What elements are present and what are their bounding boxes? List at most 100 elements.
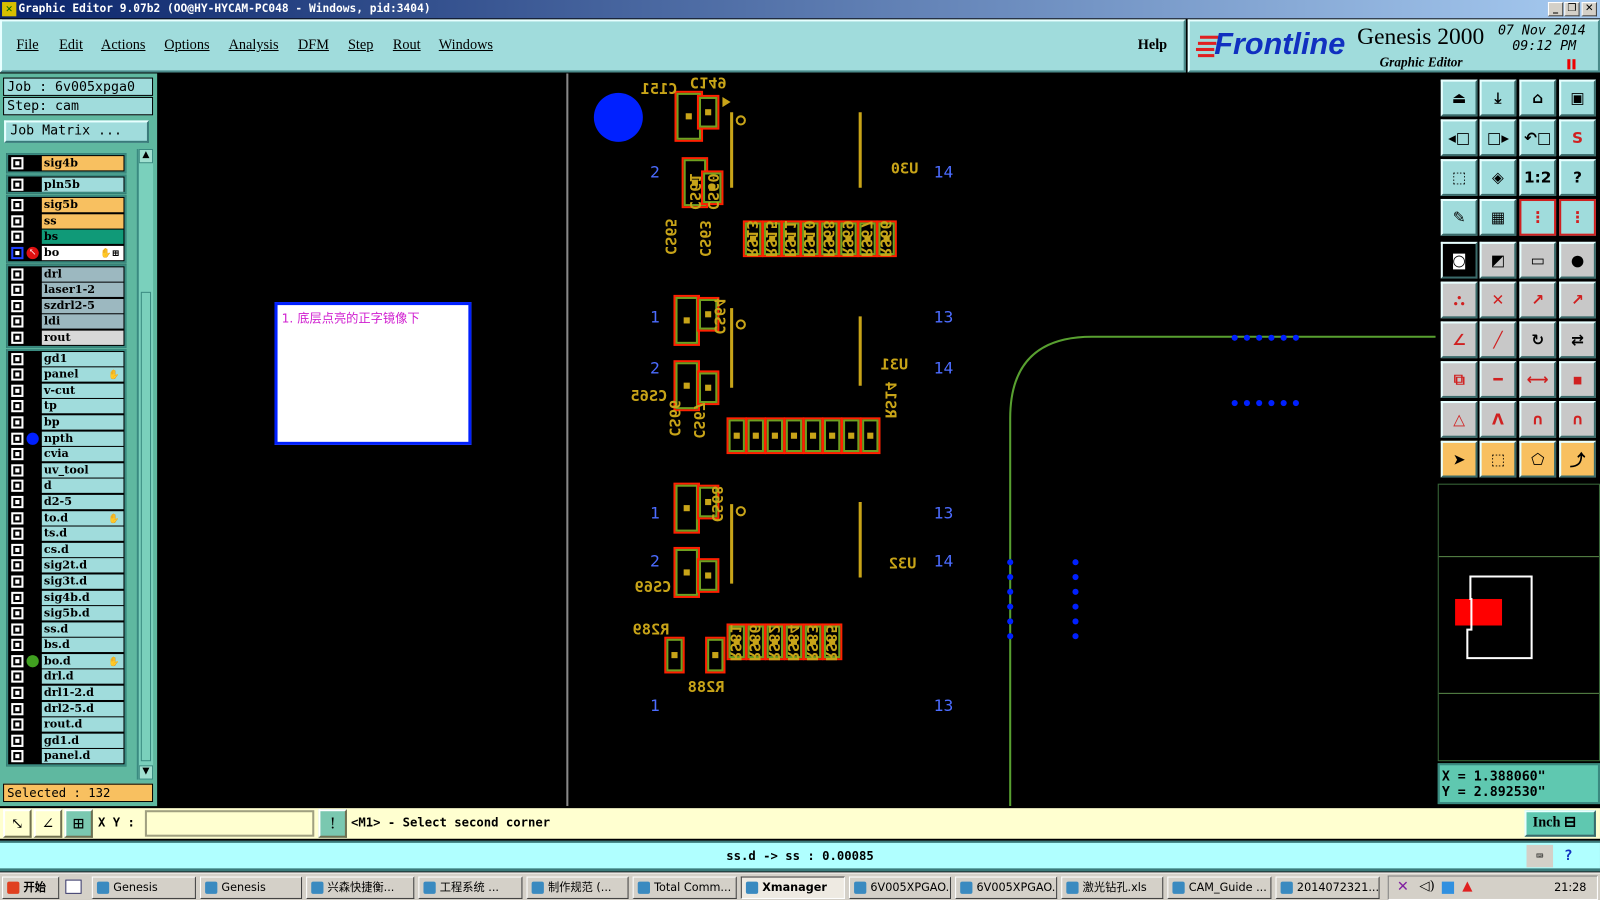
xy-input[interactable] [144,810,315,837]
netlist-icon[interactable]: ⋮ [1519,198,1557,236]
menu-edit[interactable]: Edit [59,38,83,54]
layer-row-drl1-2.d[interactable]: drl1-2.d [8,685,124,701]
layer-checkbox[interactable] [11,331,24,344]
menu-dfm[interactable]: DFM [298,38,329,54]
layer-row-sig4b.d[interactable]: sig4b.d [8,589,124,605]
taskbar-item[interactable]: Total Comm... [632,876,737,899]
layer-checkbox[interactable] [11,267,24,281]
taskbar-item[interactable]: CAM_Guide ... [1167,876,1272,899]
layer-checkbox[interactable] [11,607,24,620]
select-icon[interactable]: ➤ [1440,440,1478,478]
zoom-area-icon[interactable]: ⤡ [3,809,32,838]
layer-checkbox[interactable] [11,495,24,509]
menu-file[interactable]: File [16,38,38,54]
layer-row-uv_tool[interactable]: uv_tool [8,462,124,478]
help-circle-icon[interactable]: ? [1557,845,1579,867]
layer-checkbox[interactable] [11,591,24,604]
layer-checkbox[interactable] [11,623,24,636]
tray-app-icon[interactable]: ▲ [1462,879,1472,894]
layer-checkbox[interactable] [11,157,24,170]
layer-checkbox[interactable] [11,464,24,477]
zoom-center-icon[interactable]: ◈ [1479,159,1517,196]
scroll-down-icon[interactable]: ▼ [138,765,154,780]
layer-checkbox[interactable] [11,686,24,700]
delete-icon[interactable]: ✕ [1479,281,1517,319]
layer-row-to.d[interactable]: to.d ✋ [8,510,124,526]
layer-checkbox[interactable] [11,215,24,228]
menu-windows[interactable]: Windows [439,38,493,54]
copy-icon[interactable]: ⧉ [1440,361,1478,398]
ruler-icon[interactable]: ▭ [1519,241,1557,279]
layer-checkbox[interactable] [11,750,24,763]
xmanager-tray-icon[interactable]: ✕ [1397,879,1409,895]
layer-row-ldi[interactable]: ldi [8,314,124,330]
taskbar-item[interactable]: 6V005XPGAO... [848,876,952,899]
netlist-alt-icon[interactable]: ⋮ [1559,198,1596,236]
layer-row-bo[interactable]: ↖ bo ✋⊞ [8,245,124,261]
job-matrix-button[interactable]: Job Matrix ... [4,120,149,143]
show-desktop-icon[interactable] [65,879,82,894]
layer-row-drl.d[interactable]: drl.d [8,669,124,685]
zoom-fit-icon[interactable]: ⬚ [1440,159,1478,196]
volume-icon[interactable]: ◁) [1419,879,1434,894]
menu-rout[interactable]: Rout [393,38,421,54]
layer-row-drl[interactable]: drl [8,266,124,282]
layer-row-gd1[interactable]: gd1 [8,351,124,367]
tools-palette-icon[interactable]: ✎ [1440,198,1478,236]
layer-row-d[interactable]: d [8,478,124,494]
menu-options[interactable]: Options [164,38,209,54]
draw-line-alt-icon[interactable]: ╱ [1479,321,1517,359]
units-button[interactable]: Inch ⊟ [1524,810,1596,837]
scroll-up-icon[interactable]: ▲ [138,148,154,164]
maximize-button[interactable]: ❐ [1564,2,1580,17]
grid-icon[interactable]: ▦ [1479,198,1517,236]
layer-checkbox[interactable] [11,400,24,413]
shape-icon[interactable]: ▪ [1559,361,1596,398]
taskbar-item[interactable]: Genesis [199,876,303,899]
start-button[interactable]: 开始 [2,876,60,899]
graphics-canvas[interactable]: 1. 底层点亮的正字镜像下 C151 C149 U30 U31 U32 CS61 CS60 C… [158,73,1436,807]
measure-icon[interactable]: ◩ [1479,241,1517,279]
help-icon[interactable]: ? [1559,159,1596,196]
layer-checkbox[interactable] [11,416,24,429]
taskbar-item[interactable]: 工程系统 ... [418,876,523,899]
layer-checkbox[interactable] [11,702,24,715]
layer-row-sig5b.d[interactable]: sig5b.d [8,605,124,621]
move-point-icon[interactable]: ↗ [1519,281,1557,319]
menu-actions[interactable]: Actions [101,38,145,54]
layer-row-ts.d[interactable]: ts.d [8,526,124,542]
line-icon[interactable]: ━ [1479,361,1517,398]
layer-row-d2-5[interactable]: d2-5 [8,494,124,510]
layer-checkbox[interactable] [11,315,24,328]
layer-checkbox[interactable] [11,352,24,365]
layer-row-drl2-5.d[interactable]: drl2-5.d [8,701,124,717]
taskbar-item[interactable]: 6V005XPGAO... [955,876,1058,899]
layer-checkbox[interactable] [11,384,24,397]
arch-icon[interactable]: ∩ [1519,401,1557,438]
select-pad-icon[interactable]: ● [1559,241,1596,279]
pan-right-icon[interactable]: □▸ [1479,119,1517,157]
layer-row-panel.d[interactable]: panel.d [8,748,124,764]
layer-row-sig4b[interactable]: sig4b [8,155,124,171]
triangle-icon[interactable]: Λ [1479,401,1517,438]
save-step-icon[interactable]: ⤓ [1479,79,1517,117]
layer-row-v-cut[interactable]: v-cut [8,382,124,398]
layer-checkbox[interactable] [11,178,24,191]
home-icon[interactable]: ⌂ [1519,79,1557,117]
layer-row-rout.d[interactable]: rout.d [8,717,124,733]
pan-left-icon[interactable]: ◂□ [1440,119,1478,157]
angle-icon[interactable]: ∠ [33,809,63,838]
arc-icon[interactable]: △ [1440,401,1478,438]
network-icon[interactable] [1441,881,1455,894]
layer-checkbox[interactable] [11,230,24,244]
scroll-thumb[interactable] [140,291,152,762]
layer-checkbox[interactable] [11,639,24,652]
menu-step[interactable]: Step [348,38,373,54]
select-net-icon[interactable]: ⤴ [1559,440,1596,478]
grid-snap-icon[interactable]: ⊞ [64,809,93,838]
layer-checkbox[interactable] [11,670,24,684]
layer-checkbox[interactable] [11,432,24,445]
layer-checkbox[interactable] [11,299,24,313]
layer-row-sig5b[interactable]: sig5b [8,197,124,213]
layer-row-bs.d[interactable]: bs.d [8,637,124,653]
